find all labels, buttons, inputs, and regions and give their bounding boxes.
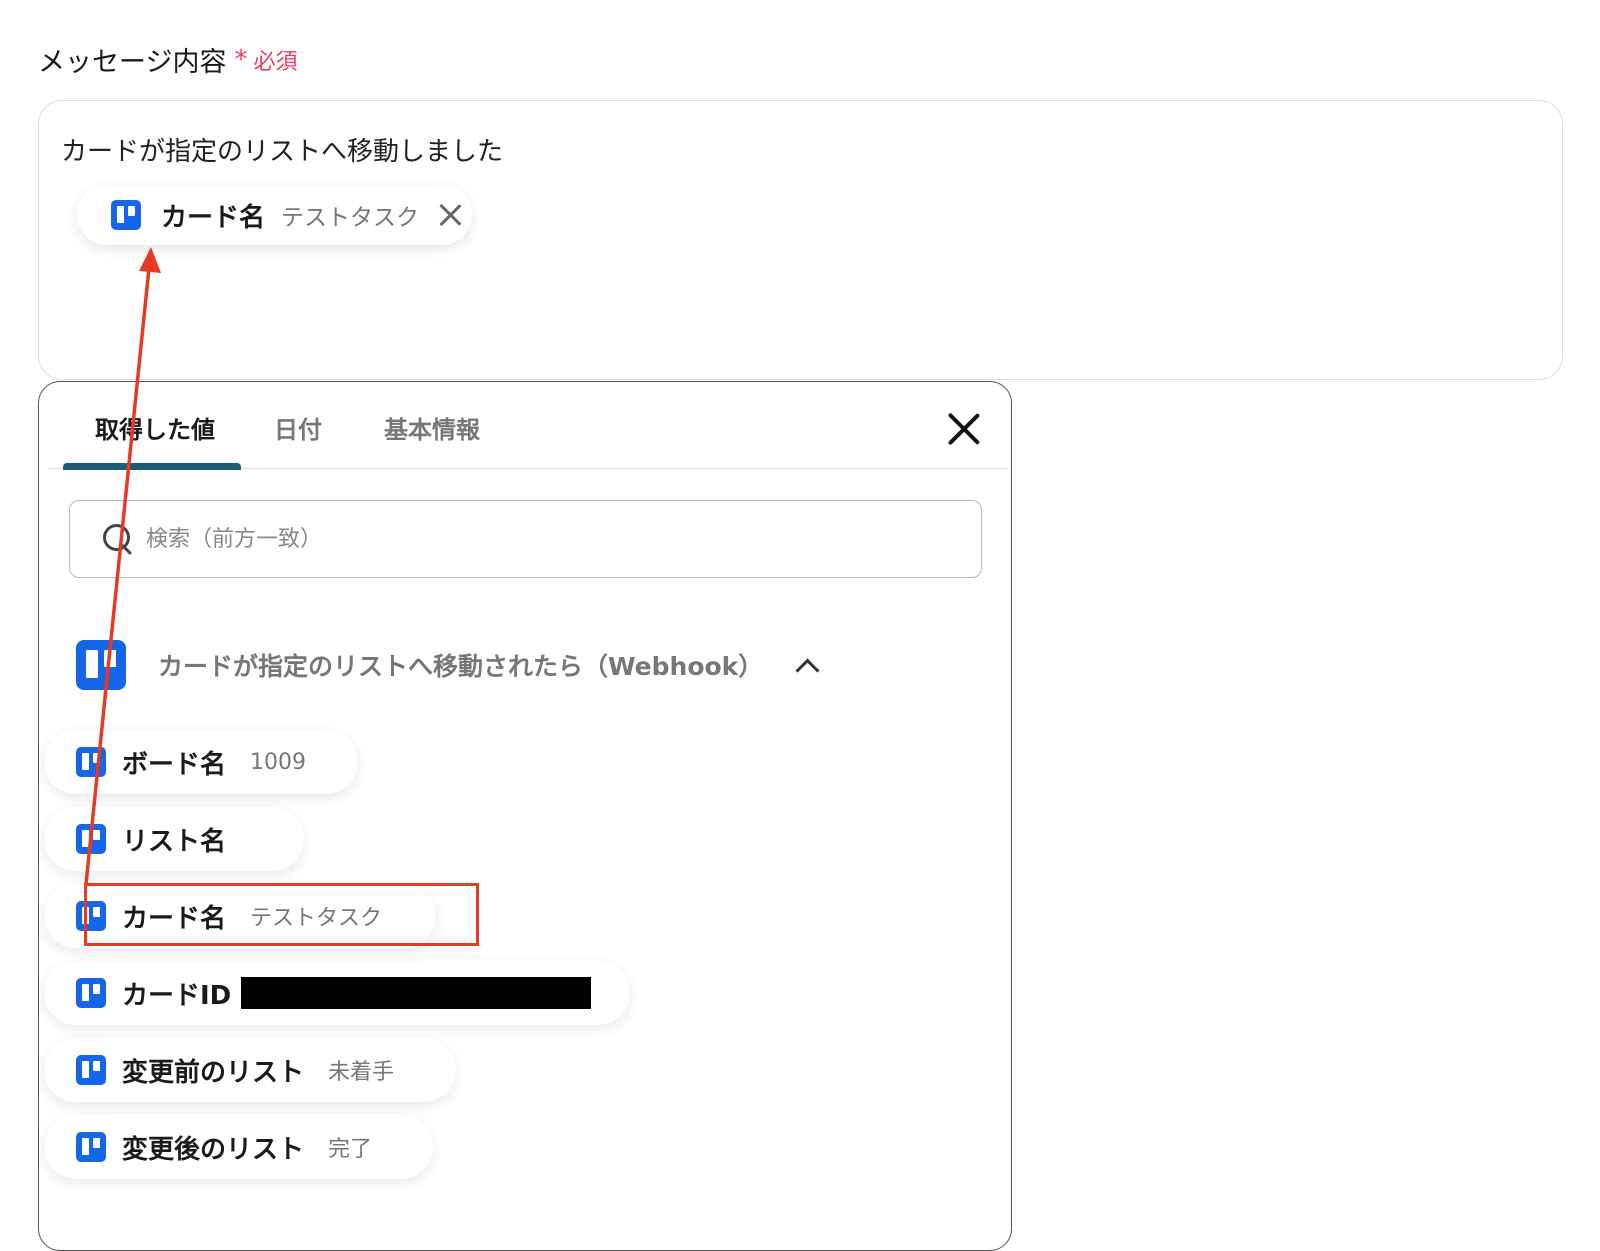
list-item-new-list[interactable]: 変更後のリスト 完了 (44, 1115, 433, 1179)
close-icon[interactable] (947, 412, 981, 446)
item-name: カード名 (122, 903, 227, 934)
trello-icon (76, 824, 106, 854)
tab-obtained-values[interactable]: 取得した値 (95, 410, 215, 445)
trello-icon (76, 1055, 106, 1085)
tab-bar: 取得した値 日付 基本情報 (47, 382, 1007, 470)
message-content-label: メッセージ内容 * 必須 (38, 40, 297, 79)
editor-text[interactable]: カードが指定のリストへ移動しました (61, 131, 503, 168)
list-item-card-id[interactable]: カードID (44, 961, 630, 1025)
search-input[interactable] (144, 525, 928, 553)
item-value: 未着手 (328, 1060, 395, 1085)
search-box (69, 500, 982, 578)
item-value: テストタスク (250, 906, 383, 931)
list-item-previous-list[interactable]: 変更前のリスト 未着手 (44, 1038, 456, 1102)
required-text: 必須 (253, 49, 298, 75)
group-title: カードが指定のリストへ移動されたら（Webhook） (158, 652, 764, 681)
trello-icon (76, 640, 126, 690)
chip-name: カード名 (161, 202, 266, 233)
inserted-variable-chip[interactable]: カード名 テストタスク (77, 185, 472, 245)
trello-icon (76, 747, 106, 777)
required-indicator: * 必須 (234, 44, 297, 76)
item-value: 完了 (328, 1137, 373, 1162)
tab-date[interactable]: 日付 (274, 410, 322, 445)
remove-chip-icon[interactable] (437, 202, 463, 228)
trigger-group-header[interactable]: カードが指定のリストへ移動されたら（Webhook） (76, 640, 820, 690)
list-item-list-name[interactable]: リスト名 (44, 807, 304, 871)
list-item-board-name[interactable]: ボード名 1009 (44, 730, 358, 794)
trello-icon (76, 978, 106, 1008)
item-name: 変更後のリスト (122, 1134, 305, 1165)
redacted-value (241, 977, 592, 1009)
tab-basic-info[interactable]: 基本情報 (384, 410, 480, 445)
chip-value: テストタスク (281, 205, 420, 231)
item-value: 1009 (250, 749, 307, 775)
item-name: リスト名 (122, 826, 227, 857)
list-item-card-name[interactable]: カード名 テストタスク (44, 884, 436, 948)
item-name: ボード名 (122, 749, 227, 780)
active-tab-indicator (63, 463, 241, 470)
chevron-up-icon[interactable] (795, 657, 820, 683)
field-label-text: メッセージ内容 (38, 47, 227, 78)
search-icon (102, 523, 134, 555)
item-name: カードID (122, 980, 232, 1011)
item-name: 変更前のリスト (122, 1057, 305, 1088)
required-asterisk: * (234, 44, 248, 75)
trello-icon (111, 200, 141, 230)
trello-icon (76, 1132, 106, 1162)
trello-icon (76, 901, 106, 931)
